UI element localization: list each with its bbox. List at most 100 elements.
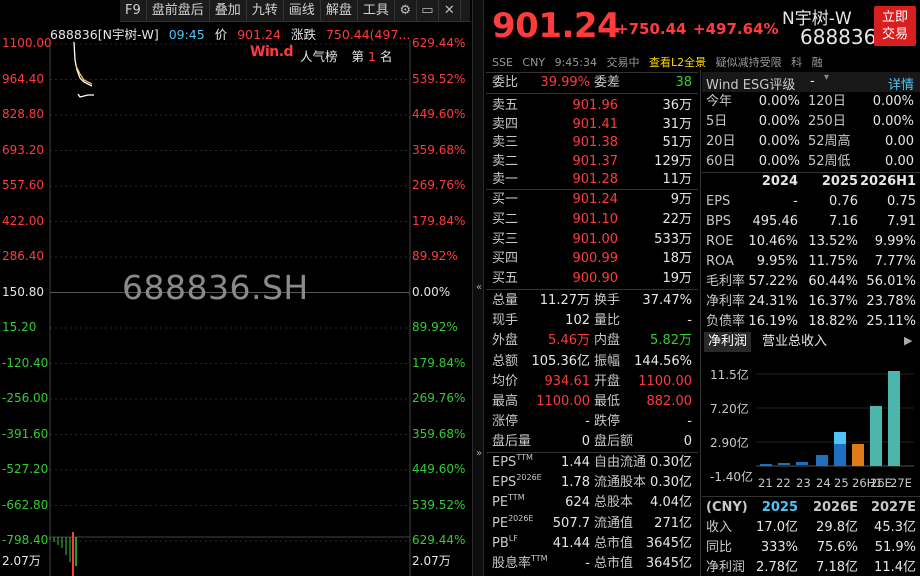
forecast-value: 11.4亿	[874, 560, 916, 575]
stat-value: 882.00	[646, 394, 693, 409]
y-tick-left: 828.80	[2, 107, 44, 121]
fin-value: 25.11%	[866, 314, 916, 329]
stat-label: 总量	[492, 293, 519, 308]
fin-value: 0.75	[887, 194, 916, 209]
bid-price: 901.00	[572, 231, 619, 247]
ask-row: 卖三 901.38 51万	[486, 133, 698, 153]
forecast-value: 51.9%	[874, 540, 916, 555]
fin-value: 18.82%	[808, 314, 858, 329]
valuation-label: PBLF	[492, 534, 518, 554]
fin-label: ROA	[706, 254, 734, 269]
fin-label: EPS	[706, 194, 731, 209]
ask-price: 901.41	[572, 116, 619, 132]
valuation-value-2: 3645亿	[645, 535, 692, 551]
fin-row: BPS 495.46 7.16 7.91	[702, 212, 920, 232]
valuation-row: PBLF 41.44 总市值 3645亿	[486, 534, 698, 554]
valuation-value-2: 0.30亿	[650, 475, 692, 491]
stat-row: 现手 102 量比 -	[486, 311, 698, 331]
fin-value: 56.01%	[866, 274, 916, 289]
view-l2-link[interactable]: 查看L2全景	[649, 56, 706, 69]
y-tick-left: 2.07万	[2, 554, 41, 568]
esg-dropdown-icon[interactable]: ▾	[824, 72, 829, 83]
valuation-row: EPS2026E 1.78 流通股本 0.30亿	[486, 473, 698, 493]
forecast-value: 7.18亿	[816, 560, 858, 575]
y-tick-left: 15.20	[2, 320, 37, 334]
y-tick-right: 269.76%	[412, 391, 466, 405]
forecast-value: 75.6%	[816, 540, 858, 555]
stat-row: 最高 1100.00 最低 882.00	[486, 392, 698, 412]
fin-row: ROE 10.46% 13.52% 9.99%	[702, 232, 920, 252]
forecast-header: 2027E	[870, 500, 916, 515]
trade-now-button[interactable]: 立即 交易	[874, 6, 916, 46]
fin-row: 负债率 16.19% 18.82% 25.11%	[702, 312, 920, 332]
stat-value: -	[687, 414, 692, 430]
fin-value: 0.76	[829, 194, 858, 209]
stat-label: 总额	[492, 353, 519, 369]
fin-value: -	[793, 194, 798, 209]
panel-divider[interactable]: « »	[472, 0, 484, 576]
fin-value: 7.16	[829, 214, 858, 229]
period-value: 0.00	[885, 154, 914, 169]
y-tick-left: 1100.00	[2, 36, 52, 50]
stat-value: 11.27万	[539, 293, 590, 308]
chart-watermark: 688836.SH	[122, 268, 309, 307]
esg-detail-link[interactable]: 详情	[888, 74, 914, 93]
fin-value: 7.77%	[874, 254, 916, 269]
valuation-value-2: 4.04亿	[650, 495, 692, 511]
fin-value: 495.46	[752, 214, 799, 229]
fin-value: 57.22%	[748, 274, 798, 289]
valuation-label-text: EPS	[492, 455, 517, 470]
valuation-value: 41.44	[552, 535, 590, 551]
bid-volume: 22万	[662, 211, 692, 227]
valuation-row: 股息率TTM - 总市值 3645亿	[486, 554, 698, 574]
y-tick-left: 422.00	[2, 213, 44, 228]
forecast-label: 收入	[706, 520, 733, 535]
commission-ratio: 39.99%	[540, 75, 590, 90]
valuation-row: PETTM 624 总股本 4.04亿	[486, 493, 698, 513]
stat-value: 1100.00	[638, 373, 692, 389]
period-row: 5日 0.00% 250日 0.00%	[702, 112, 920, 132]
tabs-scroll-icon[interactable]: ▶	[904, 334, 912, 347]
esg-label: Wind ESG评级	[706, 78, 796, 93]
fin-row: EPS - 0.76 0.75	[702, 192, 920, 212]
expand-right-icon[interactable]: »	[474, 448, 484, 459]
stat-label: 现手	[492, 313, 519, 329]
valuation-label: PETTM	[492, 493, 525, 513]
stat-label: 最低	[594, 394, 621, 409]
period-label: 52周高	[808, 134, 851, 149]
collapse-left-icon[interactable]: «	[474, 282, 484, 293]
mini-x-tick: 24	[816, 476, 831, 490]
stat-label: 均价	[492, 373, 519, 389]
tab-total-revenue[interactable]: 营业总收入	[758, 332, 831, 352]
star-market-tag: 科	[791, 56, 803, 69]
commission-diff: 38	[675, 75, 692, 90]
forecast-header: 2025	[761, 500, 798, 515]
price-change-pct: +497.64%	[693, 20, 779, 38]
ask-price: 901.28	[572, 172, 619, 188]
bid-price: 901.10	[572, 211, 619, 227]
stat-label: 量比	[594, 313, 621, 329]
stat-value: -	[585, 414, 590, 430]
mini-x-tick: 26E	[870, 476, 892, 490]
fin-label: 毛利率	[706, 274, 746, 289]
valuation-label-sup: TTM	[508, 493, 525, 503]
fin-header-row: 2024 2025 2026H1	[702, 172, 920, 192]
ask-volume: 36万	[662, 98, 692, 113]
stat-label: 换手	[594, 293, 621, 308]
tab-net-profit[interactable]: 净利润	[704, 332, 752, 352]
stat-value: 37.47%	[642, 293, 692, 308]
bar-25	[834, 444, 846, 466]
fin-label: 负债率	[706, 314, 746, 329]
ask-price: 901.37	[572, 153, 619, 169]
bid-row: 买二 901.10 22万	[486, 210, 698, 230]
mini-y-tick: 2.90亿	[710, 436, 749, 450]
y-tick-right: 539.52%	[412, 71, 466, 86]
y-tick-right: 179.84%	[412, 213, 466, 228]
intraday-chart-panel[interactable]: F9 盘前盘后 叠加 九转 画线 解盘 工具 ⚙ ▭ ✕ 688836[N宇树-…	[0, 0, 470, 576]
ask-row: 卖四 901.41 31万	[486, 115, 698, 135]
forecast-row: 同比 333% 75.6% 51.9%	[702, 538, 920, 558]
price-line-lower	[77, 93, 94, 98]
bid-row: 买三 901.00 533万	[486, 230, 698, 250]
stat-value: 5.46万	[548, 333, 590, 349]
ask-label: 卖四	[492, 116, 519, 132]
